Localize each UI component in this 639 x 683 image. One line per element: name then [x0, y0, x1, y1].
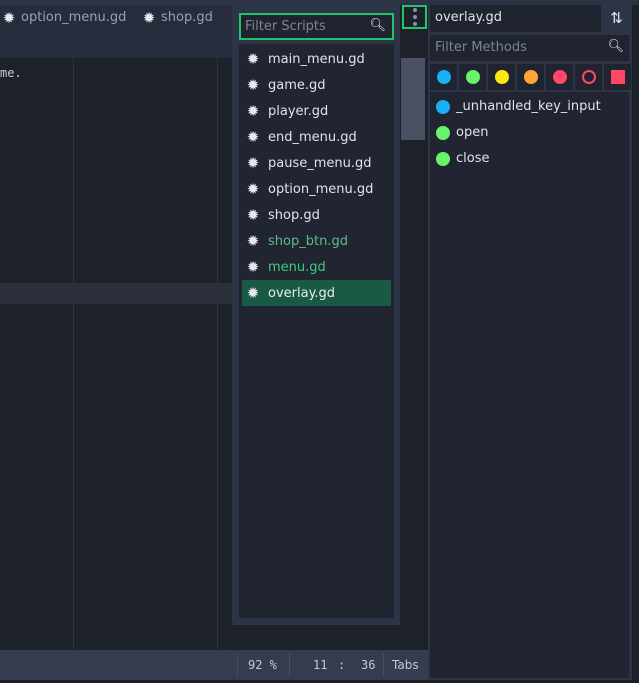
- tab-label: option_menu.gd: [21, 10, 127, 25]
- method-item[interactable]: open: [436, 125, 488, 140]
- method-item[interactable]: _unhandled_key_input: [436, 99, 601, 114]
- tab-shop[interactable]: ✹ shop.gd: [142, 10, 213, 25]
- filter-private-button[interactable]: [546, 64, 573, 90]
- method-type-icon: [436, 151, 450, 166]
- square-icon: [610, 70, 625, 84]
- script-item[interactable]: ✹ shop_btn.gd: [242, 228, 391, 254]
- method-label: open: [456, 125, 489, 140]
- code-text: me.: [0, 66, 22, 80]
- script-item[interactable]: ✹ pause_menu.gd: [242, 150, 391, 176]
- method-label: _unhandled_key_input: [456, 99, 601, 114]
- gear-icon: ✹: [246, 284, 260, 302]
- more-options-button[interactable]: [402, 5, 427, 29]
- guide-line: [217, 58, 218, 650]
- script-item[interactable]: ✹ option_menu.gd: [242, 176, 391, 202]
- line-number: 11: [313, 658, 328, 672]
- gear-icon: ✹: [246, 128, 260, 146]
- script-item-label: overlay.gd: [268, 285, 336, 301]
- method-type-icon: [436, 99, 450, 114]
- gear-icon: ✹: [246, 206, 260, 224]
- gear-icon: ✹: [246, 180, 260, 198]
- script-item[interactable]: ✹ shop.gd: [242, 202, 391, 228]
- filter-scripts-field[interactable]: 🔍︎: [239, 13, 394, 40]
- script-item[interactable]: ✹ main_menu.gd: [242, 46, 391, 72]
- code-editor[interactable]: [0, 58, 232, 650]
- script-item-label: game.gd: [268, 77, 326, 93]
- method-label: close: [456, 151, 490, 166]
- tab-label: shop.gd: [161, 10, 213, 25]
- script-item-label: option_menu.gd: [268, 181, 374, 197]
- circle-icon: [436, 70, 451, 84]
- script-list: ✹ main_menu.gd ✹ game.gd ✹ player.gd ✹ end_menu…: [239, 44, 394, 618]
- current-line-highlight: [0, 283, 232, 304]
- indent-mode[interactable]: Tabs: [392, 658, 419, 672]
- method-item[interactable]: close: [436, 151, 489, 166]
- tab-option-menu[interactable]: ✹ option_menu.gd: [2, 8, 127, 27]
- circle-icon: [552, 70, 567, 84]
- status-bar: 92 % 11 : 36 Tabs: [0, 650, 428, 680]
- script-item-label: player.gd: [268, 103, 329, 119]
- current-script-name: overlay.gd: [430, 5, 601, 32]
- script-item-label: shop_btn.gd: [268, 233, 348, 249]
- gear-icon: ✹: [246, 154, 260, 172]
- circle-icon: [523, 70, 538, 84]
- method-list: _unhandled_key_inputopen close: [430, 92, 629, 678]
- position-separator: :: [338, 658, 346, 672]
- gear-icon: ✹: [246, 102, 260, 120]
- sort-icon[interactable]: ⇅: [603, 5, 630, 32]
- ring-icon: [581, 70, 596, 84]
- circle-icon: [465, 70, 480, 84]
- search-icon: 🔍︎: [369, 18, 386, 33]
- search-icon: 🔍︎: [607, 39, 624, 54]
- script-item-label: menu.gd: [268, 259, 326, 275]
- gear-icon: ✹: [246, 50, 260, 68]
- method-type-icon: [436, 125, 450, 140]
- column-number: 36: [361, 658, 376, 672]
- script-item-label: pause_menu.gd: [268, 155, 372, 171]
- filter-methods-placeholder: Filter Methods: [435, 40, 527, 55]
- gear-icon: ✹: [246, 232, 260, 250]
- script-item[interactable]: ✹ menu.gd: [242, 254, 391, 280]
- script-item-label: shop.gd: [268, 207, 320, 223]
- gear-icon: ✹: [142, 8, 156, 27]
- script-item[interactable]: ✹ overlay.gd: [242, 280, 391, 306]
- filter-static-button[interactable]: [517, 64, 544, 90]
- filter-methods-field[interactable]: Filter Methods 🔍︎: [430, 35, 629, 61]
- script-item-label: end_menu.gd: [268, 129, 357, 145]
- gear-icon: ✹: [2, 8, 16, 27]
- script-item[interactable]: ✹ game.gd: [242, 72, 391, 98]
- script-item[interactable]: ✹ end_menu.gd: [242, 124, 391, 150]
- filter-scripts-input[interactable]: [245, 19, 365, 34]
- minimap[interactable]: [401, 58, 425, 140]
- zoom-level[interactable]: 92 %: [248, 658, 277, 672]
- filter-square-button[interactable]: [604, 64, 631, 90]
- filter-public-button[interactable]: [430, 64, 457, 90]
- gear-icon: ✹: [246, 76, 260, 94]
- filter-signals-button[interactable]: [459, 64, 486, 90]
- script-item-label: main_menu.gd: [268, 51, 365, 67]
- script-item[interactable]: ✹ player.gd: [242, 98, 391, 124]
- guide-line: [73, 58, 74, 650]
- filter-exported-button[interactable]: [488, 64, 515, 90]
- filter-ring-button[interactable]: [575, 64, 602, 90]
- circle-icon: [494, 70, 509, 84]
- gear-icon: ✹: [246, 258, 260, 276]
